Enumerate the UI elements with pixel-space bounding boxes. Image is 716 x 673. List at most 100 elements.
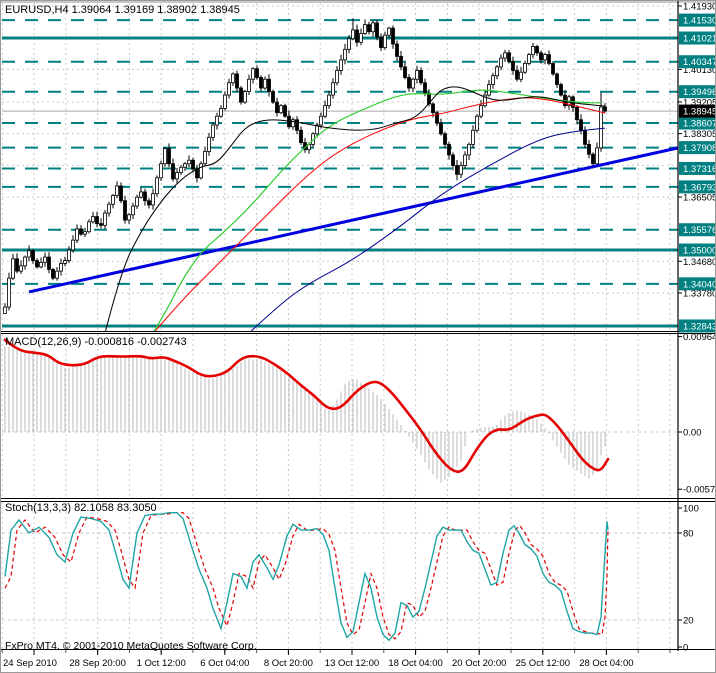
candle-body <box>159 163 163 179</box>
candle-body <box>263 78 267 89</box>
candle-body <box>39 261 43 268</box>
candle-body <box>247 78 251 92</box>
level-price-badge: 1.34040 <box>683 279 716 290</box>
candle-body <box>527 54 531 64</box>
candle-body <box>151 193 155 206</box>
stoch-scale-label: 0 <box>683 643 688 654</box>
candle-body <box>423 82 427 94</box>
candle-body <box>419 70 423 84</box>
candle-body <box>171 163 175 180</box>
candle-body <box>163 148 167 165</box>
candle-body <box>543 54 547 61</box>
x-axis-label: 24 Sep 2010 <box>3 658 57 669</box>
candle-body <box>459 165 463 175</box>
candle-body <box>523 62 527 73</box>
candle-body <box>531 46 535 55</box>
candle-body <box>123 200 127 221</box>
x-axis-label: 1 Oct 12:00 <box>137 658 186 669</box>
stoch-percent-k-line <box>4 512 609 642</box>
candle-body <box>27 250 31 258</box>
candle-body <box>575 107 579 121</box>
x-axis-label: 8 Oct 20:00 <box>264 658 313 669</box>
candle-body <box>403 66 407 78</box>
candle-body <box>251 68 255 80</box>
candle-body <box>355 29 359 43</box>
candle-body <box>551 62 555 75</box>
candle-body <box>147 200 151 206</box>
level-price-badge: 1.37908 <box>683 143 716 154</box>
candle-body <box>267 78 271 92</box>
candle-body <box>271 91 275 103</box>
level-price-badge: 1.32843 <box>683 321 716 332</box>
stoch-scale-label: 100 <box>683 504 699 515</box>
candle-body <box>339 59 343 71</box>
candle-body <box>555 73 559 85</box>
level-price-badge: 1.39496 <box>683 87 716 98</box>
candle-body <box>7 277 11 308</box>
candle-body <box>239 87 243 103</box>
candle-body <box>395 43 399 57</box>
candle-body <box>371 22 375 33</box>
candle-body <box>467 143 471 156</box>
candle-body <box>183 163 187 168</box>
candle-body <box>391 27 395 45</box>
chart-title-ohlc: EURUSD,H4 1.39064 1.39169 1.38902 1.3894… <box>5 4 240 16</box>
level-price-badge: 1.38607 <box>683 119 716 130</box>
candle-body <box>155 177 159 195</box>
candle-body <box>579 119 583 131</box>
candle-body <box>455 165 459 175</box>
x-axis-label: 28 Oct 04:00 <box>579 658 633 669</box>
candle-body <box>451 154 455 166</box>
ma-green-medium <box>153 89 601 331</box>
level-price-badge: 1.41530 <box>683 16 716 27</box>
stoch-scale-label: 20 <box>683 616 694 627</box>
candle-body <box>439 122 443 135</box>
candle-body <box>235 73 239 89</box>
candle-body <box>491 75 495 85</box>
candle-body <box>363 24 367 34</box>
candle-body <box>319 115 323 126</box>
level-price-badge: 1.35576 <box>683 225 716 236</box>
macd-signal-line <box>3 338 610 473</box>
candle-body <box>143 191 147 202</box>
candle-body <box>99 223 103 226</box>
candle-body <box>503 52 507 59</box>
macd-layer <box>3 338 610 483</box>
candle-body <box>199 163 203 179</box>
candle-body <box>359 33 363 43</box>
candle-body <box>259 77 263 89</box>
candle-body <box>411 78 415 89</box>
candle-body <box>595 147 599 165</box>
candle-body <box>299 129 303 144</box>
candle-body <box>351 29 355 40</box>
stoch-scale-label: 80 <box>683 529 694 540</box>
candle-body <box>223 94 227 109</box>
price-scale-label: 1.36505 <box>683 193 716 204</box>
candle-body <box>443 133 447 145</box>
x-axis-label: 6 Oct 04:00 <box>200 658 249 669</box>
candle-body <box>131 205 135 216</box>
candle-body <box>107 203 111 214</box>
price-scale-label: 1.34680 <box>683 257 716 268</box>
candle-body <box>323 105 327 117</box>
candle-body <box>11 258 15 279</box>
candle-body <box>203 151 207 165</box>
candle-body <box>23 256 27 267</box>
candle-body <box>255 68 259 78</box>
level-price-badge: 1.37316 <box>683 164 716 175</box>
candle-body <box>71 239 75 251</box>
candle-body <box>291 119 295 128</box>
x-axis-label: 25 Oct 12:00 <box>516 658 570 669</box>
candle-body <box>399 55 403 68</box>
candle-body <box>51 268 55 279</box>
candle-body <box>539 52 543 61</box>
candle-body <box>127 214 131 221</box>
candle-body <box>535 46 539 54</box>
candle-body <box>115 185 119 196</box>
candle-body <box>55 270 59 279</box>
candle-body <box>195 168 199 179</box>
candle-body <box>207 136 211 152</box>
level-price-badge: 1.41021 <box>683 34 716 45</box>
candle-body <box>179 166 183 173</box>
candle-body <box>83 231 87 235</box>
